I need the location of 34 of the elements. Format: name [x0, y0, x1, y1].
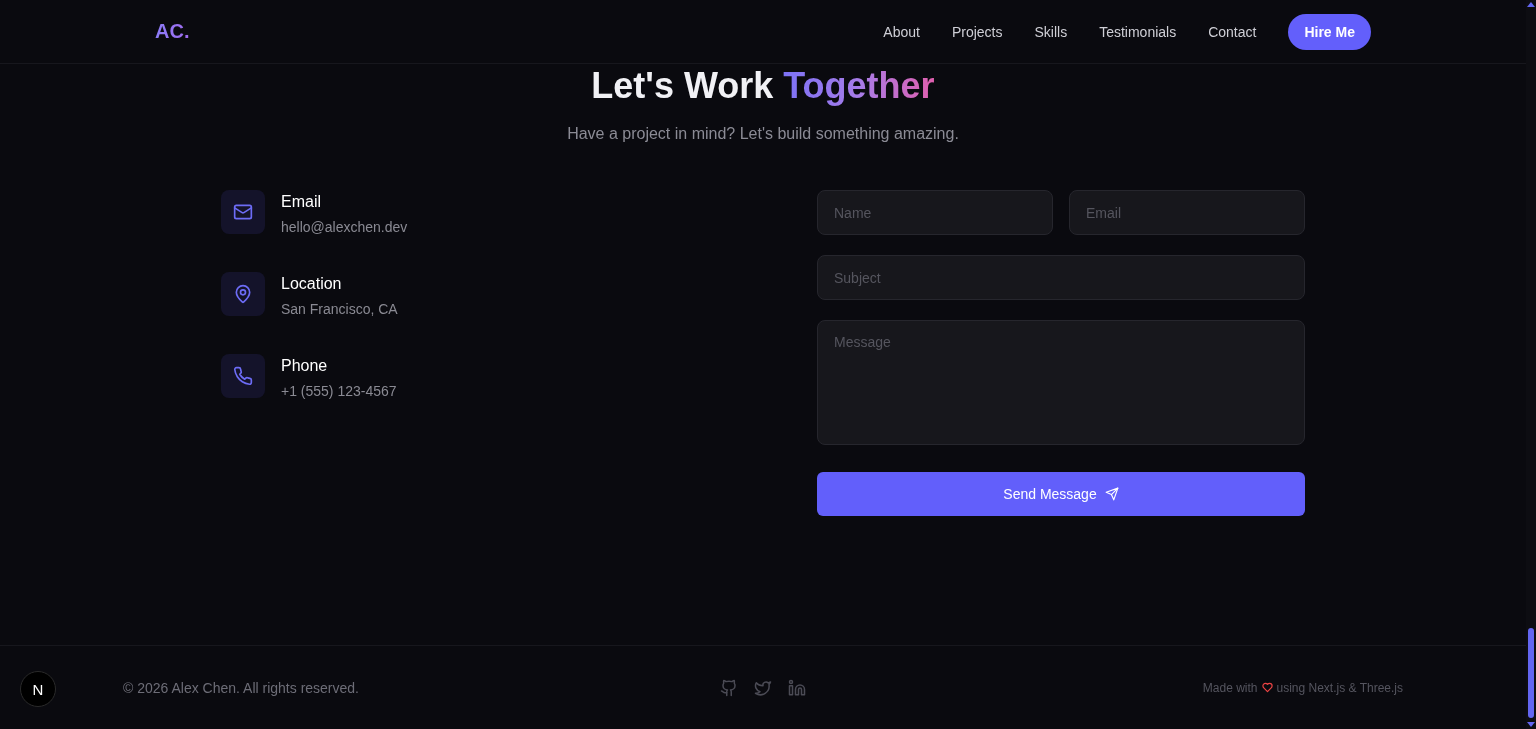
- contact-label: Email: [281, 192, 322, 212]
- nav-link[interactable]: Testimonials: [1099, 23, 1177, 40]
- send-icon: [1104, 487, 1119, 501]
- credit-text: Made with: [1202, 680, 1258, 695]
- message-field[interactable]: Message: [817, 320, 1305, 445]
- bird-icon[interactable]: [754, 678, 772, 697]
- hire-me-button[interactable]: Hire Me: [1288, 13, 1371, 50]
- send-message-button[interactable]: Send Message: [817, 472, 1305, 516]
- contact-value: hello@alexchen.dev: [281, 218, 408, 236]
- dev-tools-button[interactable]: N: [20, 671, 56, 707]
- nav-link[interactable]: Skills: [1034, 23, 1068, 40]
- section-heading: Let's Work Together: [591, 66, 935, 106]
- scroll-up-arrow-icon[interactable]: [1527, 2, 1535, 7]
- input-field[interactable]: Subject: [817, 255, 1305, 300]
- map-pin-icon: [221, 272, 265, 316]
- contact-label: Location: [281, 274, 343, 294]
- contact-value: +1 (555) 123-4567: [281, 382, 397, 400]
- copyright-text: © 2026 Alex Chen. All rights reserved.: [123, 679, 359, 696]
- linkedin-icon[interactable]: [788, 678, 806, 697]
- scroll-down-arrow-icon[interactable]: [1527, 722, 1535, 727]
- mail-icon: [221, 190, 265, 234]
- phone-icon: [221, 354, 265, 398]
- scrollbar-thumb[interactable]: [1528, 628, 1534, 718]
- input-field[interactable]: Name: [817, 190, 1053, 235]
- heart-icon: [1261, 682, 1273, 693]
- nav-link[interactable]: Projects: [951, 23, 1003, 40]
- github-icon[interactable]: [720, 678, 738, 697]
- credit-text: using Next.js & Three.js: [1276, 680, 1403, 695]
- input-field[interactable]: Email: [1069, 190, 1305, 235]
- contact-value: San Francisco, CA: [281, 300, 398, 318]
- nav-link[interactable]: About: [883, 23, 920, 40]
- section-subtitle: Have a project in mind? Let's build something amazing.: [567, 124, 959, 144]
- contact-label: Phone: [281, 356, 329, 376]
- nav-link[interactable]: Contact: [1208, 23, 1257, 40]
